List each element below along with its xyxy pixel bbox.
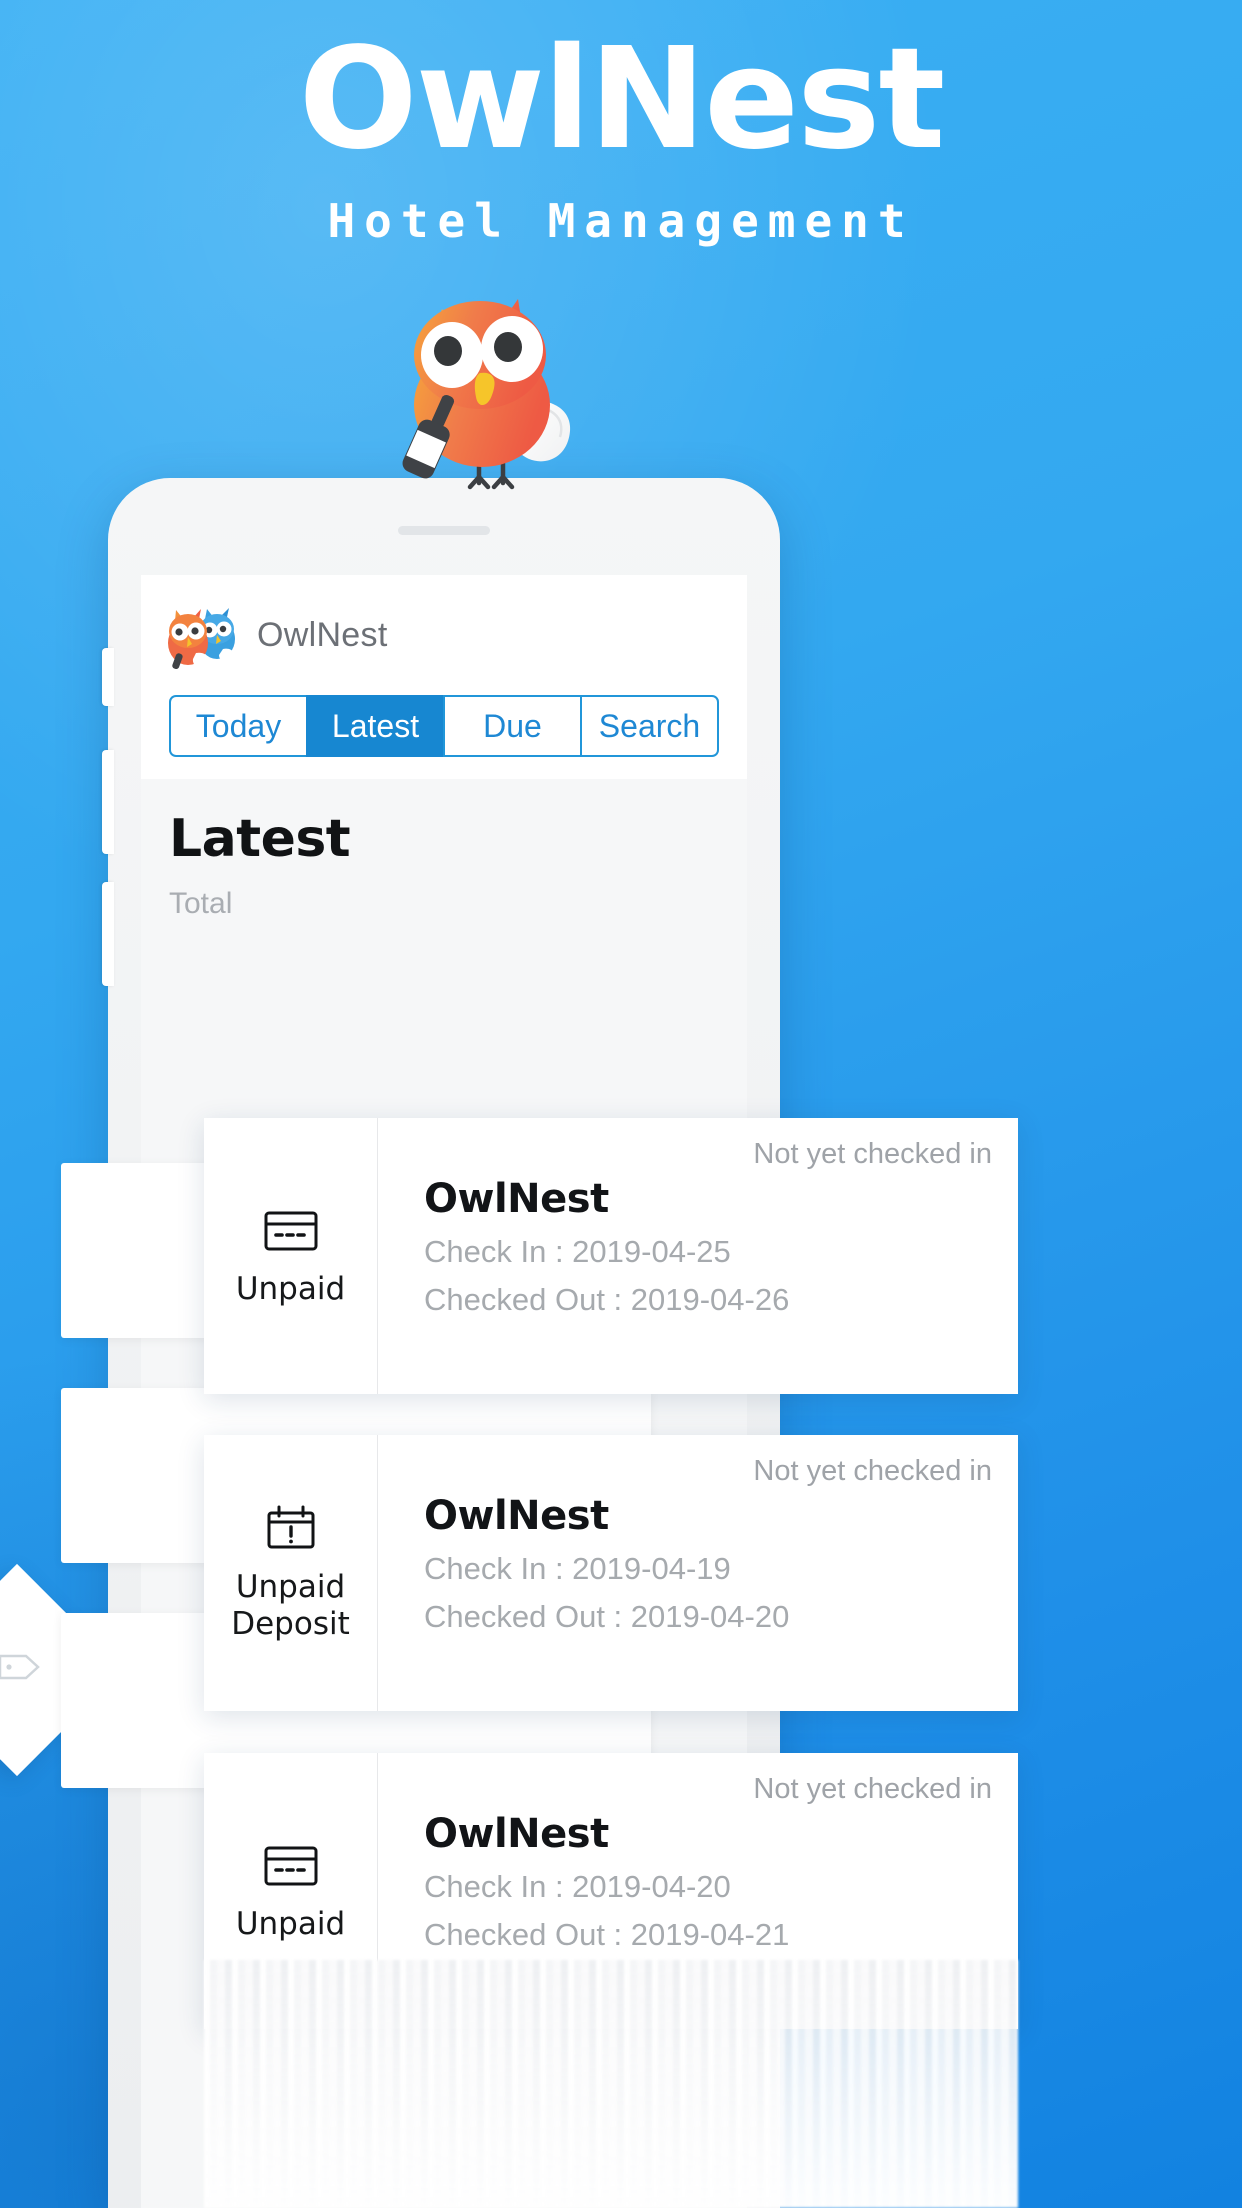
checkin-flag-label: Not yet checked in (753, 1138, 992, 1170)
page-title: Latest (169, 809, 351, 869)
render-smear-artifact (204, 1960, 1018, 2208)
owl-mascot-icon (372, 285, 602, 500)
phone-button-mute[interactable] (102, 648, 114, 706)
checked-out-date: Checked Out : 2019-04-20 (424, 1599, 790, 1634)
credit-card-icon (262, 1205, 320, 1257)
booking-title: OwlNest (424, 1176, 609, 1222)
check-in-date: Check In : 2019-04-20 (424, 1869, 731, 1904)
booking-card[interactable]: Unpaid Deposit Not yet checked in OwlNes… (204, 1435, 1018, 1711)
render-smear-fade (204, 1960, 1018, 2208)
booking-title: OwlNest (424, 1811, 609, 1857)
booking-card-detail-col: Not yet checked in OwlNest Check In : 20… (378, 1118, 1018, 1394)
app-name-label: OwlNest (257, 615, 388, 654)
app-subtitle: Hotel Management (327, 194, 915, 248)
checked-out-date: Checked Out : 2019-04-26 (424, 1282, 790, 1317)
booking-card-status-col: Unpaid (204, 1118, 378, 1394)
calendar-alert-icon (262, 1503, 320, 1555)
checkin-flag-label: Not yet checked in (753, 1455, 992, 1487)
content-area: Latest Total (141, 779, 747, 921)
phone-button-volume-up[interactable] (102, 750, 114, 854)
checkin-flag-label: Not yet checked in (753, 1773, 992, 1805)
booking-card-status-col: Unpaid Deposit (204, 1435, 378, 1711)
booking-status-label: Unpaid Deposit (231, 1569, 350, 1642)
tag-icon (0, 1650, 42, 1684)
phone-button-volume-down[interactable] (102, 882, 114, 986)
credit-card-icon (262, 1840, 320, 1892)
owlnest-logo-icon (163, 599, 239, 671)
phone-speaker (398, 526, 490, 535)
booking-status-label: Unpaid (235, 1270, 346, 1307)
tab-latest[interactable]: Latest (306, 695, 443, 757)
booking-status-label: Unpaid (235, 1905, 346, 1942)
booking-status-line-1: Unpaid (235, 1569, 346, 1606)
app-header: OwlNest (141, 575, 747, 695)
check-in-date: Check In : 2019-04-25 (424, 1234, 731, 1269)
hero-section: OwlNest Hotel Management (0, 0, 1242, 249)
app-title: OwlNest (298, 18, 946, 181)
booking-card[interactable]: Unpaid Not yet checked in OwlNest Check … (204, 1118, 1018, 1394)
checked-out-date: Checked Out : 2019-04-21 (424, 1917, 790, 1952)
tab-due[interactable]: Due (443, 695, 580, 757)
booking-card-detail-col: Not yet checked in OwlNest Check In : 20… (378, 1435, 1018, 1711)
check-in-date: Check In : 2019-04-19 (424, 1551, 731, 1586)
tab-bar: Today Latest Due Search (141, 695, 747, 779)
tab-today[interactable]: Today (169, 695, 306, 757)
booking-status-line-2: Deposit (231, 1606, 350, 1642)
tab-search[interactable]: Search (580, 695, 719, 757)
booking-title: OwlNest (424, 1493, 609, 1539)
total-label: Total (169, 887, 233, 920)
